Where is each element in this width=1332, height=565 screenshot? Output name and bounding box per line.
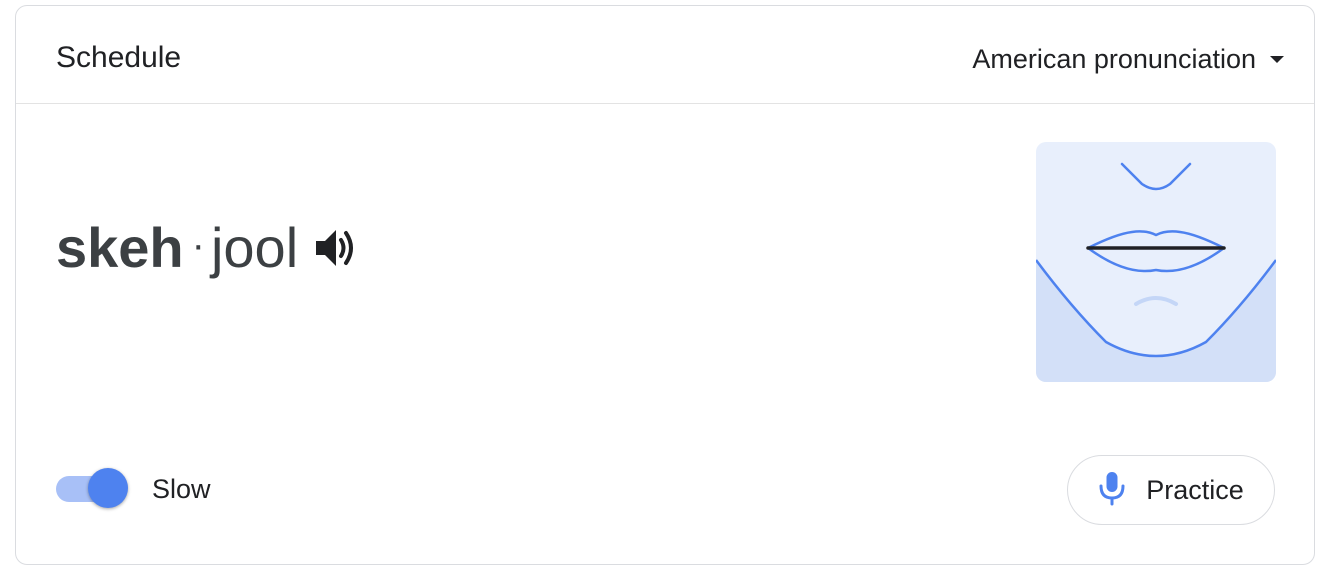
syllable-separator: · bbox=[191, 223, 205, 267]
practice-button-label: Practice bbox=[1146, 475, 1244, 505]
caret-down-icon bbox=[1270, 55, 1284, 63]
phonetic-spelling: skeh · jool bbox=[56, 212, 360, 284]
stressed-syllable: skeh bbox=[56, 216, 184, 279]
microphone-icon bbox=[1098, 470, 1126, 511]
slow-toggle-group: Slow bbox=[56, 468, 211, 510]
mouth-position-icon bbox=[1036, 142, 1276, 382]
speaker-icon[interactable] bbox=[312, 224, 360, 272]
word-title: Schedule bbox=[56, 41, 182, 74]
toggle-knob bbox=[88, 468, 128, 508]
practice-button[interactable]: Practice bbox=[1067, 455, 1275, 525]
card-header: Schedule American pronunciation bbox=[16, 6, 1314, 104]
slow-toggle-switch[interactable] bbox=[56, 468, 128, 510]
accent-dropdown-label: American pronunciation bbox=[972, 44, 1256, 74]
unstressed-syllable: jool bbox=[210, 216, 299, 279]
pronunciation-card: Schedule American pronunciation skeh · j… bbox=[15, 5, 1315, 565]
accent-dropdown[interactable]: American pronunciation bbox=[972, 42, 1284, 76]
slow-toggle-label: Slow bbox=[152, 474, 211, 504]
